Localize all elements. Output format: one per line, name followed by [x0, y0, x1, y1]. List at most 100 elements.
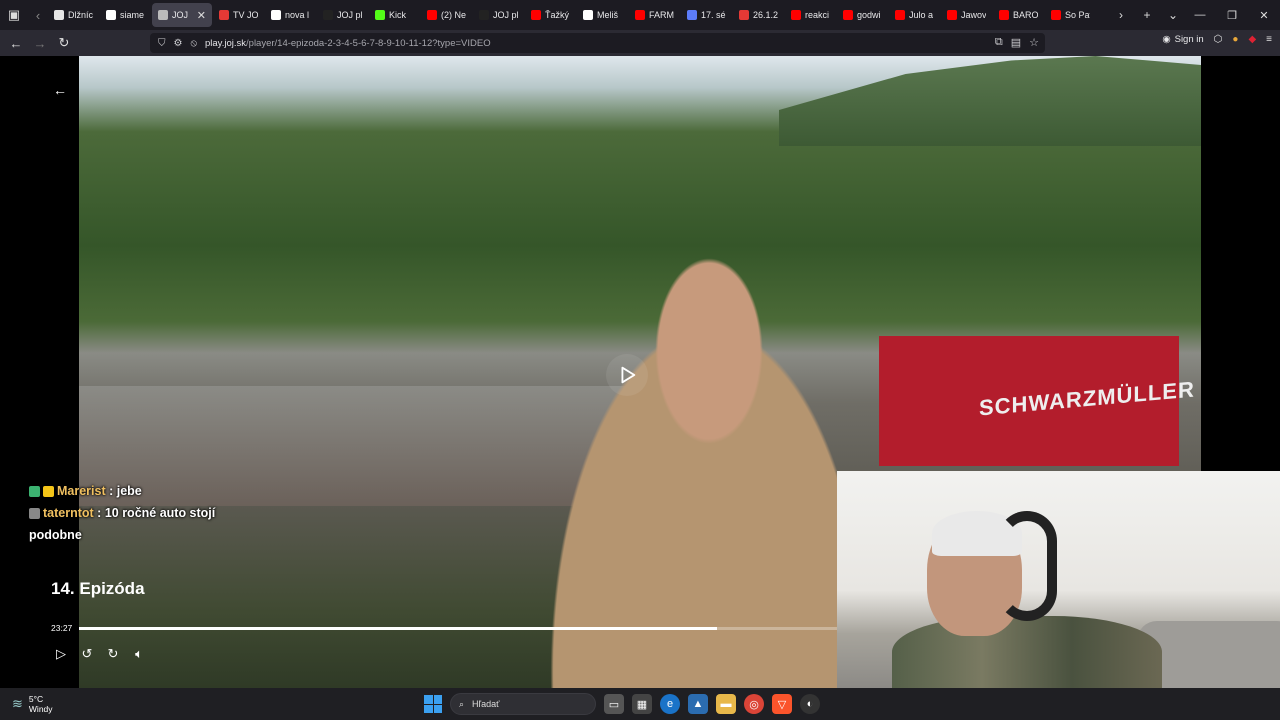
menu-icon[interactable]: ≡ [1266, 34, 1272, 45]
tab-label: So Pat [1065, 10, 1090, 20]
file-explorer-icon[interactable]: ▬ [716, 694, 736, 714]
webcam-overlay [837, 471, 1280, 688]
search-icon: ⌕ [459, 698, 465, 709]
scroll-tabs-left-icon[interactable]: ‹ [28, 0, 48, 30]
tab-label: JOJ pla [172, 10, 191, 20]
chrome-icon[interactable]: ◎ [744, 694, 764, 714]
browser-tab[interactable]: Julo a [889, 3, 940, 27]
back-button[interactable]: ← [4, 36, 28, 51]
player-page: SCHWARZMÜLLER ← Marerist : jebe taternto… [0, 56, 1280, 688]
reload-button[interactable]: ↻ [52, 35, 76, 51]
brave-icon[interactable]: ▽ [772, 694, 792, 714]
episode-title: 14. Epizóda [51, 579, 145, 598]
weather-condition: Windy [28, 704, 53, 714]
tab-favicon-icon [106, 10, 116, 20]
moderator-badge-icon [29, 486, 40, 498]
webcam-body [892, 616, 1162, 688]
tab-label: Kick [389, 10, 407, 20]
browser-tab[interactable]: Jawov [941, 3, 992, 27]
tab-label: siame [120, 10, 145, 20]
player-back-icon[interactable]: ← [53, 82, 67, 98]
url-domain: play.joj.sk [205, 37, 247, 49]
browser-tab[interactable]: (2) Ne [421, 3, 472, 27]
weather-temperature: 5°C [28, 694, 44, 704]
account-icon: ◉ [1162, 34, 1171, 45]
volume-icon[interactable]: 🔈︎ [132, 646, 146, 662]
store-icon[interactable]: ▦ [632, 694, 652, 714]
chat-overlay: Marerist : jebe taterntot : 10 ročné aut… [29, 480, 259, 546]
restore-button[interactable]: ❐ [1216, 9, 1248, 22]
browser-tab[interactable]: TV JOJ [213, 3, 264, 27]
browser-tab[interactable]: siame [100, 3, 151, 27]
browser-tab[interactable]: JOJ pla ✕ [152, 3, 212, 27]
browser-tab[interactable]: nova l [265, 3, 316, 27]
scroll-tabs-right-icon[interactable]: › [1108, 8, 1134, 22]
forward-button[interactable]: → [28, 36, 52, 51]
browser-tab[interactable]: Meliš [577, 3, 628, 27]
browser-tab[interactable]: So Pat [1045, 3, 1096, 27]
reader-view-icon[interactable]: ▤ [1011, 36, 1021, 49]
browser-tab[interactable]: Dlžníc [48, 3, 99, 27]
url-bar[interactable]: ⛉ ⚙ ⦸ play.joj.sk/player/14-epizoda-2-3-… [150, 33, 1045, 53]
tab-label: TV JOJ [233, 10, 258, 20]
seek-bar[interactable] [79, 627, 839, 630]
taskbar-search[interactable]: ⌕ Hľadať [450, 693, 596, 715]
edge-icon[interactable]: e [660, 694, 680, 714]
window-controls: — ❐ ✕ [1184, 0, 1280, 30]
tab-strip: ▣ ‹ Dlžníc siame JOJ pla ✕ TV JOJ nova l JOJ p… [0, 0, 1280, 30]
tab-label: Julo a [909, 10, 934, 20]
tab-overflow-chevron-icon[interactable]: ⌄ [1160, 8, 1186, 22]
browser-tab[interactable]: JOJ play [317, 3, 368, 27]
browser-tab[interactable]: godwi [837, 3, 888, 27]
tab-favicon-icon [427, 10, 437, 20]
color-extension-icon[interactable]: ● [1232, 34, 1238, 45]
photos-icon[interactable]: ▲ [688, 694, 708, 714]
close-window-button[interactable]: ✕ [1248, 9, 1280, 22]
close-tab-icon[interactable]: ✕ [197, 9, 206, 22]
tab-label: Jawov [961, 10, 986, 20]
tab-list-icon[interactable]: ▣ [0, 0, 28, 30]
chat-username: Marerist [57, 484, 106, 498]
shield-icon[interactable]: ⛉ [158, 38, 166, 49]
picture-in-picture-icon[interactable]: ⧉ [995, 36, 1003, 49]
center-play-button[interactable] [606, 354, 648, 396]
browser-tab[interactable]: FARM [629, 3, 680, 27]
rewind-icon[interactable]: ↺ [80, 646, 94, 662]
minimize-button[interactable]: — [1184, 9, 1216, 21]
subscriber-badge-icon [43, 486, 54, 498]
shield-extension-icon[interactable]: ◆ [1248, 34, 1256, 45]
browser-tab[interactable]: BARO [993, 3, 1044, 27]
browser-tab[interactable]: reakci [785, 3, 836, 27]
player-controls: ▷ ↺ ↻ 🔈︎ [54, 646, 146, 662]
url-text[interactable]: play.joj.sk/player/14-epizoda-2-3-4-5-6-… [205, 38, 491, 49]
new-tab-button[interactable]: + [1134, 8, 1160, 22]
tab-label: JOJ pl [493, 10, 518, 20]
browser-tab[interactable]: JOJ pl [473, 3, 524, 27]
browser-tab[interactable]: Ťažký [525, 3, 576, 27]
tab-favicon-icon [479, 10, 489, 20]
start-button[interactable] [424, 695, 442, 713]
tab-label: JOJ play [337, 10, 362, 20]
obs-icon[interactable]: ◐ [800, 694, 820, 714]
tab-favicon-icon [635, 10, 645, 20]
weather-widget[interactable]: ≋ 5°C Windy [12, 694, 53, 714]
tab-favicon-icon [895, 10, 905, 20]
tab-favicon-icon [531, 10, 541, 20]
browser-tab[interactable]: Kick [369, 3, 420, 27]
forward-icon[interactable]: ↻ [106, 646, 120, 662]
permissions-icon[interactable]: ⚙ [174, 38, 183, 49]
bookmark-star-icon[interactable]: ☆ [1029, 36, 1039, 49]
video-mountain [779, 56, 1201, 146]
tab-favicon-icon [739, 10, 749, 20]
lock-icon[interactable]: ⦸ [190, 38, 197, 49]
tab-favicon-icon [54, 10, 64, 20]
tab-favicon-icon [323, 10, 333, 20]
play-button[interactable]: ▷ [54, 646, 68, 662]
tab-label: Ťažký [545, 10, 570, 20]
browser-tab[interactable]: 26.1.2 [733, 3, 784, 27]
browser-tab[interactable]: 17. sé [681, 3, 732, 27]
chat-username: taterntot [43, 506, 94, 520]
task-view-icon[interactable]: ▭ [604, 694, 624, 714]
sign-in-button[interactable]: ◉ Sign in [1162, 34, 1203, 45]
extensions-icon[interactable]: ⬡ [1214, 34, 1223, 45]
